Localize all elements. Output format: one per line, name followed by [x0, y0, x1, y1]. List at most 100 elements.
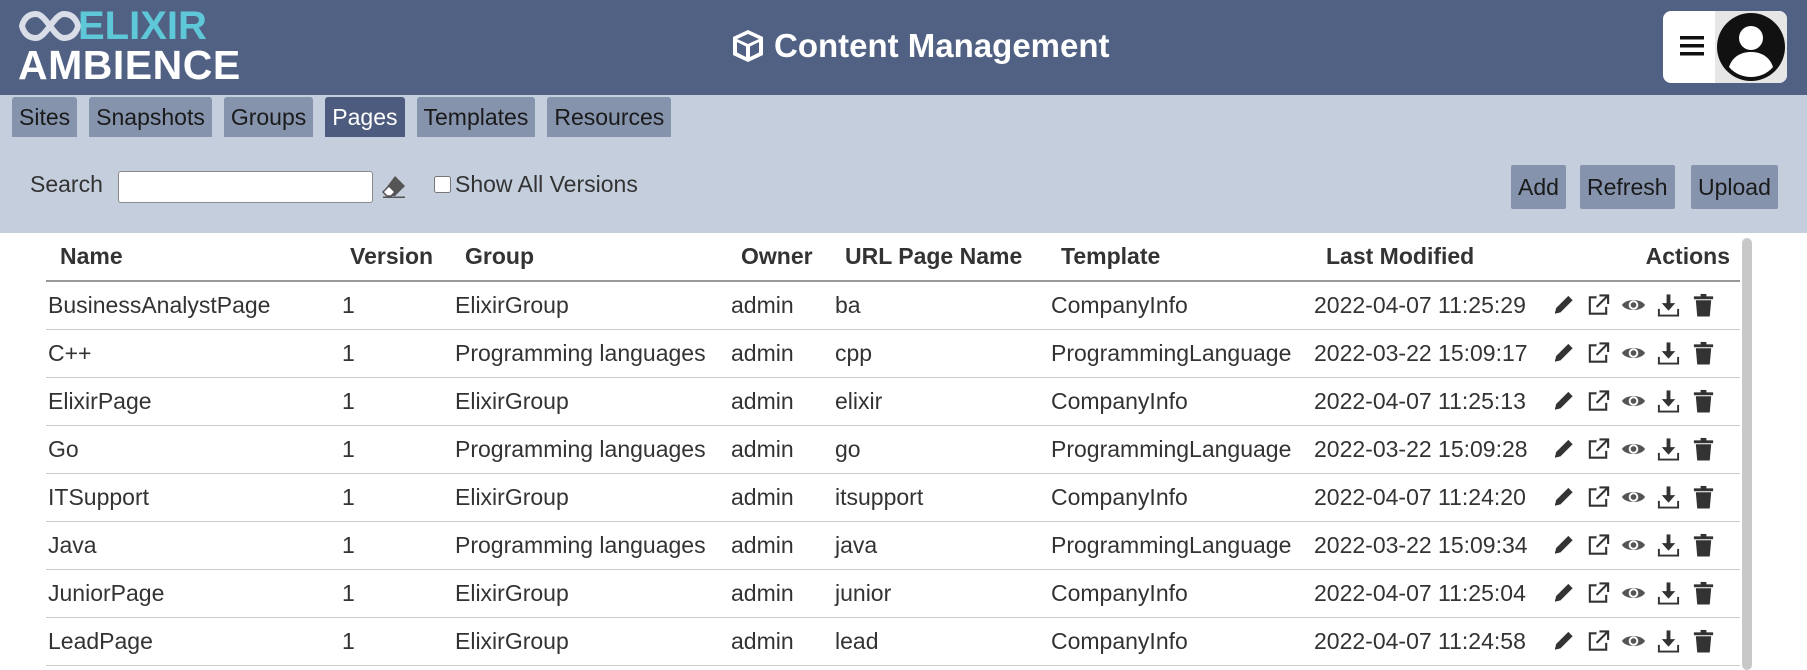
external-link-icon[interactable]	[1586, 340, 1611, 366]
download-icon[interactable]	[1656, 292, 1681, 318]
table-row[interactable]: C++ 1 Programming languages admin cpp Pr…	[46, 329, 1740, 378]
cell-last-modified: 2022-03-22 15:09:28	[1314, 425, 1551, 474]
cell-name: BusinessAnalystPage	[46, 281, 342, 330]
external-link-icon[interactable]	[1586, 580, 1611, 606]
page-title-text: Content Management	[774, 27, 1110, 64]
trash-icon[interactable]	[1691, 580, 1716, 606]
table-row[interactable]: ElixirPage 1 ElixirGroup admin elixir Co…	[46, 377, 1740, 426]
trash-icon[interactable]	[1691, 388, 1716, 414]
cell-template: CompanyInfo	[1051, 281, 1314, 330]
user-avatar-icon[interactable]	[1715, 11, 1787, 83]
external-link-icon[interactable]	[1586, 388, 1611, 414]
download-icon[interactable]	[1656, 532, 1681, 558]
eraser-icon[interactable]	[381, 173, 407, 199]
eye-icon[interactable]	[1621, 484, 1646, 510]
cell-template: ProgrammingLanguage	[1051, 521, 1314, 570]
cell-template: ProgrammingLanguage	[1051, 425, 1314, 474]
add-button[interactable]: Add	[1511, 165, 1566, 209]
cell-group: Programming languages	[455, 521, 731, 570]
pencil-icon[interactable]	[1551, 340, 1576, 366]
tab-resources[interactable]: Resources	[547, 97, 672, 137]
table-row[interactable]: Go 1 Programming languages admin go Prog…	[46, 425, 1740, 474]
cell-group: ElixirGroup	[455, 377, 731, 426]
table-row[interactable]: Java 1 Programming languages admin java …	[46, 521, 1740, 570]
upload-button[interactable]: Upload	[1691, 165, 1778, 209]
column-header-actions: Actions	[1551, 233, 1740, 282]
trash-icon[interactable]	[1691, 340, 1716, 366]
download-icon[interactable]	[1656, 628, 1681, 654]
external-link-icon[interactable]	[1586, 436, 1611, 462]
cell-owner: admin	[731, 521, 835, 570]
eye-icon[interactable]	[1621, 340, 1646, 366]
pencil-icon[interactable]	[1551, 388, 1576, 414]
trash-icon[interactable]	[1691, 436, 1716, 462]
cell-name: LeadPage	[46, 617, 342, 666]
cell-name: ITSupport	[46, 473, 342, 522]
tab-groups[interactable]: Groups	[223, 97, 314, 137]
show-all-versions-label: Show All Versions	[455, 171, 638, 197]
pencil-icon[interactable]	[1551, 484, 1576, 510]
cell-url-page-name: cpp	[835, 329, 1051, 378]
cell-actions	[1551, 377, 1740, 426]
vertical-scrollbar[interactable]	[1742, 238, 1752, 670]
elixir-ambience-logo[interactable]: ELIXIR AMBIENCE	[18, 4, 240, 86]
column-header-version[interactable]: Version	[342, 233, 455, 282]
tab-pages[interactable]: Pages	[325, 97, 405, 137]
download-icon[interactable]	[1656, 580, 1681, 606]
logo-text-elixir: ELIXIR	[78, 4, 207, 48]
eye-icon[interactable]	[1621, 628, 1646, 654]
column-header-group[interactable]: Group	[455, 233, 731, 282]
show-all-versions-toggle[interactable]: Show All Versions	[434, 171, 638, 198]
trash-icon[interactable]	[1691, 484, 1716, 510]
cell-actions	[1551, 521, 1740, 570]
table-row[interactable]: BusinessAnalystPage 1 ElixirGroup admin …	[46, 281, 1740, 330]
search-input[interactable]	[118, 171, 373, 203]
trash-icon[interactable]	[1691, 532, 1716, 558]
eye-icon[interactable]	[1621, 388, 1646, 414]
cell-template: ProgrammingLanguage	[1051, 329, 1314, 378]
external-link-icon[interactable]	[1586, 292, 1611, 318]
table-row[interactable]: ITSupport 1 ElixirGroup admin itsupport …	[46, 473, 1740, 522]
refresh-button[interactable]: Refresh	[1580, 165, 1675, 209]
eye-icon[interactable]	[1621, 292, 1646, 318]
trash-icon[interactable]	[1691, 292, 1716, 318]
tab-templates[interactable]: Templates	[416, 97, 536, 137]
cell-template: CompanyInfo	[1051, 569, 1314, 618]
download-icon[interactable]	[1656, 436, 1681, 462]
download-icon[interactable]	[1656, 484, 1681, 510]
cell-actions	[1551, 425, 1740, 474]
column-header-last-modified[interactable]: Last Modified	[1314, 233, 1551, 282]
download-icon[interactable]	[1656, 340, 1681, 366]
download-icon[interactable]	[1656, 388, 1681, 414]
eye-icon[interactable]	[1621, 436, 1646, 462]
pencil-icon[interactable]	[1551, 436, 1576, 462]
cell-url-page-name: junior	[835, 569, 1051, 618]
eye-icon[interactable]	[1621, 580, 1646, 606]
infinity-logo-icon	[18, 10, 82, 42]
column-header-owner[interactable]: Owner	[731, 233, 835, 282]
column-header-url-page-name[interactable]: URL Page Name	[835, 233, 1051, 282]
eye-icon[interactable]	[1621, 532, 1646, 558]
external-link-icon[interactable]	[1586, 484, 1611, 510]
table-row[interactable]: LeadPage 1 ElixirGroup admin lead Compan…	[46, 617, 1740, 666]
trash-icon[interactable]	[1691, 628, 1716, 654]
pencil-icon[interactable]	[1551, 532, 1576, 558]
column-header-name[interactable]: Name	[46, 233, 342, 282]
cell-owner: admin	[731, 329, 835, 378]
column-header-template[interactable]: Template	[1051, 233, 1314, 282]
pages-table: Name Version Group Owner URL Page Name T…	[46, 233, 1740, 666]
pencil-icon[interactable]	[1551, 628, 1576, 654]
cell-version: 1	[342, 569, 455, 618]
cell-owner: admin	[731, 569, 835, 618]
external-link-icon[interactable]	[1586, 532, 1611, 558]
show-all-versions-checkbox[interactable]	[434, 176, 451, 193]
pencil-icon[interactable]	[1551, 580, 1576, 606]
cell-url-page-name: lead	[835, 617, 1051, 666]
tab-snapshots[interactable]: Snapshots	[89, 97, 212, 137]
hamburger-icon[interactable]	[1677, 31, 1707, 61]
tab-sites[interactable]: Sites	[12, 97, 78, 137]
external-link-icon[interactable]	[1586, 628, 1611, 654]
pencil-icon[interactable]	[1551, 292, 1576, 318]
table-row[interactable]: JuniorPage 1 ElixirGroup admin junior Co…	[46, 569, 1740, 618]
cell-group: ElixirGroup	[455, 617, 731, 666]
